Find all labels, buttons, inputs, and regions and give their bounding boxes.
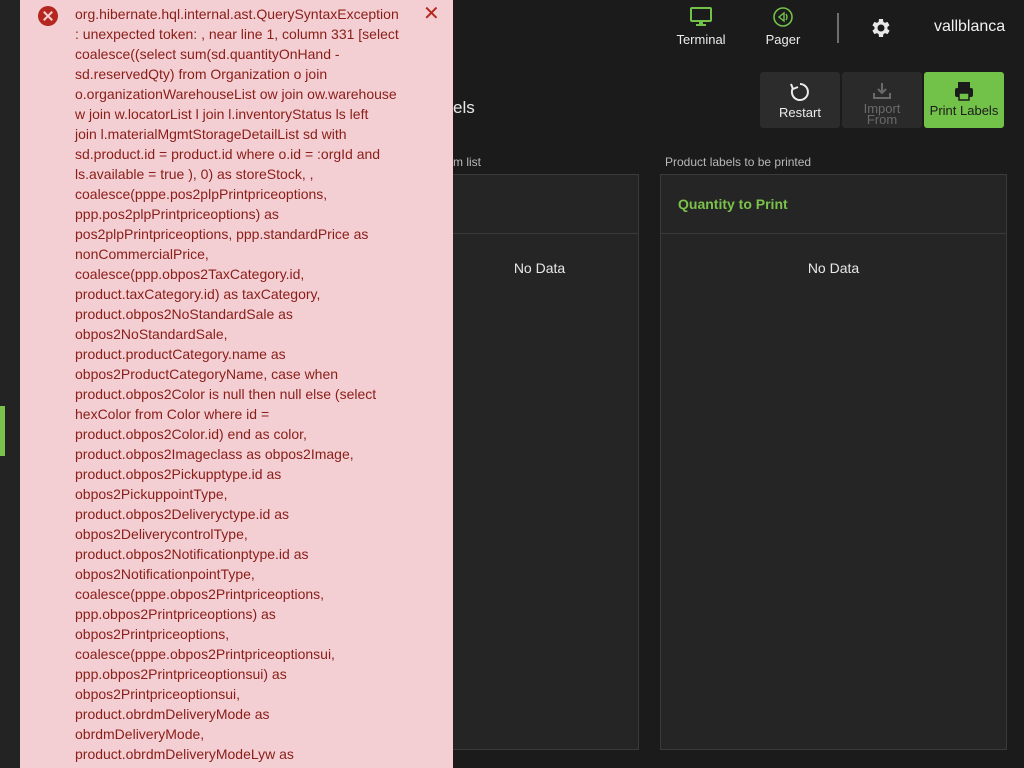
pager-label: Pager bbox=[765, 32, 801, 47]
left-navigation bbox=[0, 0, 20, 768]
gear-icon[interactable] bbox=[868, 16, 892, 40]
pager-button[interactable]: Pager bbox=[750, 6, 816, 47]
monitor-icon bbox=[690, 7, 712, 26]
import-label-line2: From bbox=[866, 112, 898, 127]
import-from-button[interactable]: Import From bbox=[842, 72, 922, 128]
labels-to-print-header: Quantity to Print bbox=[661, 175, 1006, 234]
page-title: els bbox=[453, 98, 475, 117]
download-icon bbox=[873, 83, 891, 99]
pager-icon bbox=[773, 7, 793, 27]
nav-active-indicator bbox=[0, 406, 5, 456]
error-toast: org.hibernate.hql.internal.ast.QuerySynt… bbox=[20, 0, 453, 768]
restart-button[interactable]: Restart bbox=[760, 72, 840, 128]
terminal-label: Terminal bbox=[676, 32, 726, 47]
quantity-to-print-header: Quantity to Print bbox=[678, 196, 788, 212]
printer-icon bbox=[955, 82, 973, 101]
product-list-header bbox=[441, 175, 638, 234]
error-icon bbox=[38, 6, 58, 26]
print-labels-button[interactable]: Print Labels bbox=[924, 72, 1004, 128]
restart-label: Restart bbox=[779, 105, 821, 120]
print-labels-label: Print Labels bbox=[929, 103, 999, 118]
labels-to-print-panel: Quantity to Print No Data bbox=[660, 174, 1007, 750]
product-list-panel: No Data bbox=[440, 174, 639, 750]
product-list-empty: No Data bbox=[513, 260, 566, 276]
top-header: Terminal Pager vallblanca bbox=[453, 0, 1024, 56]
labels-to-print-caption: Product labels to be printed bbox=[665, 155, 812, 169]
user-name[interactable]: vallblanca bbox=[934, 18, 1005, 36]
terminal-button[interactable]: Terminal bbox=[668, 6, 734, 47]
header-divider bbox=[837, 13, 839, 43]
close-icon[interactable]: ✕ bbox=[423, 4, 440, 24]
restart-icon bbox=[790, 83, 809, 101]
error-message: org.hibernate.hql.internal.ast.QuerySynt… bbox=[75, 6, 399, 762]
labels-to-print-empty: No Data bbox=[807, 260, 860, 276]
product-list-caption: m list bbox=[453, 155, 481, 169]
